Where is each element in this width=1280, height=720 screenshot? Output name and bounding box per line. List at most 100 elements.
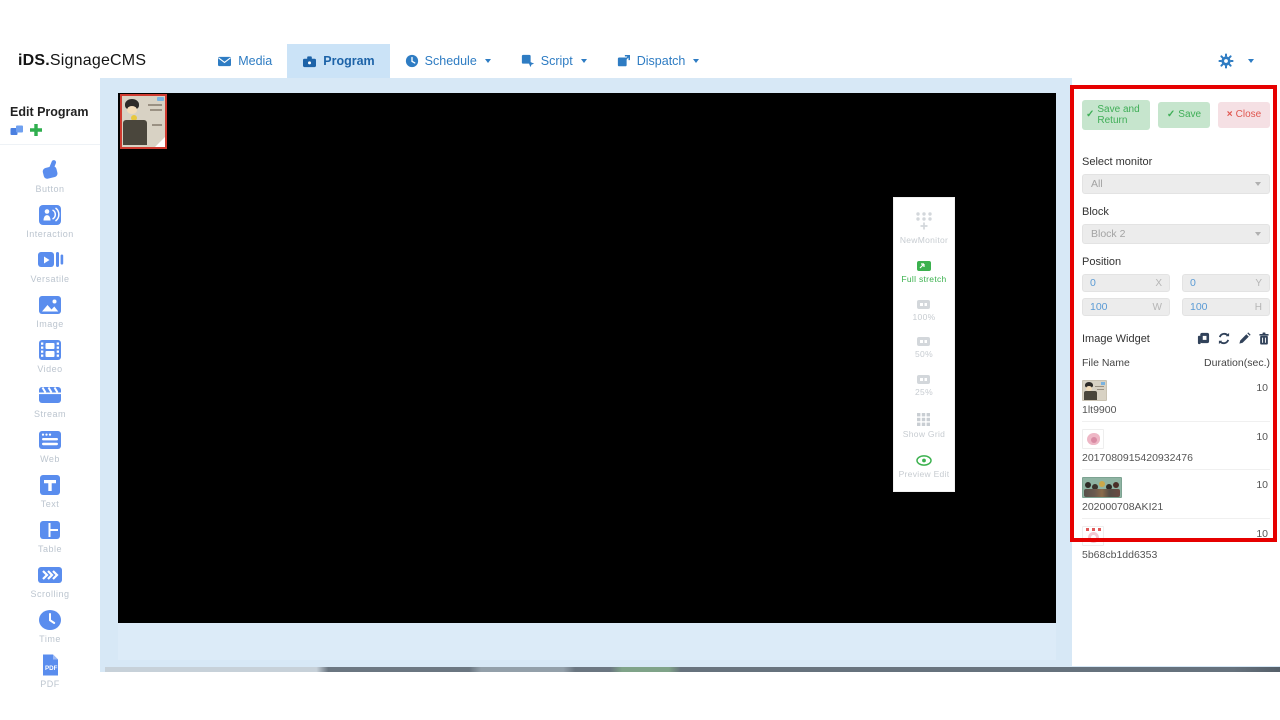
scrolling-icon [36, 563, 64, 587]
layout-blocks-icon[interactable] [10, 125, 24, 136]
position-w-suffix: W [1153, 302, 1162, 313]
panel-item-label: Show Grid [903, 429, 945, 439]
tool-label: Text [41, 499, 60, 509]
position-x-field[interactable]: 0 X [1082, 274, 1170, 292]
nav-tab-dispatch[interactable]: Dispatch [602, 44, 715, 78]
nav-tab-program[interactable]: Program [287, 44, 389, 78]
script-icon [521, 54, 535, 68]
block-select-value: Block 2 [1091, 228, 1125, 240]
show-grid-button[interactable]: Show Grid [903, 413, 945, 439]
brand-logo[interactable]: iDS.SignageCMS [18, 44, 146, 78]
eye-icon [916, 455, 932, 466]
panel-item-label: Full stretch [901, 274, 946, 284]
save-and-return-button[interactable]: ✓ Save and Return [1082, 100, 1150, 130]
thumb-art [1091, 535, 1096, 540]
file-row[interactable]: 10 5b68cb1dd6353 [1082, 519, 1270, 566]
tool-button[interactable]: Button [35, 158, 64, 194]
caret-down-icon[interactable] [1248, 59, 1254, 63]
caret-down-icon [485, 59, 491, 63]
tool-label: Video [37, 364, 62, 374]
position-h-field[interactable]: 100 H [1182, 298, 1270, 316]
trash-icon[interactable] [1258, 332, 1270, 345]
thumb-art [1086, 528, 1102, 531]
tool-pdf[interactable]: PDF PDF [36, 653, 64, 689]
table-icon [36, 518, 64, 542]
image-icon [36, 293, 64, 317]
preview-edit-button[interactable]: Preview Edit [899, 455, 950, 479]
gear-icon[interactable] [1218, 53, 1234, 69]
nav-tab-script[interactable]: Script [506, 44, 602, 78]
position-w-field[interactable]: 100 W [1082, 298, 1170, 316]
zoom-50-button[interactable]: 50% [915, 337, 933, 359]
new-monitor-button[interactable]: NewMonitor [900, 210, 948, 245]
tool-text[interactable]: Text [36, 473, 64, 509]
widget-sidebar: Edit Program Button Interaction Versatil… [0, 78, 100, 672]
canvas-tools-panel: NewMonitor Full stretch 100% 50% 25% Sho… [893, 197, 955, 492]
monitor-select[interactable]: All [1082, 174, 1270, 194]
close-label: Close [1236, 109, 1262, 121]
tool-image[interactable]: Image [36, 293, 64, 329]
tool-label: Time [39, 634, 61, 644]
position-y-value: 0 [1190, 277, 1196, 289]
thumb-art [1101, 382, 1105, 385]
text-icon [36, 473, 64, 497]
inspector-actions: ✓ Save and Return ✓ Save × Close [1082, 100, 1270, 130]
panel-item-label: 50% [915, 349, 933, 359]
tool-table[interactable]: Table [36, 518, 64, 554]
selected-image-widget[interactable] [120, 94, 167, 149]
panel-item-label: 100% [913, 312, 936, 322]
nav-tab-schedule[interactable]: Schedule [390, 44, 506, 78]
duration-header: Duration(sec.) [1204, 357, 1270, 369]
file-duration: 10 [1256, 479, 1268, 491]
zoom-25-button[interactable]: 25% [915, 375, 933, 397]
close-button[interactable]: × Close [1218, 102, 1270, 128]
pdf-icon: PDF [36, 653, 64, 677]
full-stretch-button[interactable]: Full stretch [901, 261, 946, 284]
zoom-100-button[interactable]: 100% [913, 300, 936, 322]
pencil-icon[interactable] [1238, 332, 1251, 345]
nav-tab-media[interactable]: Media [202, 44, 287, 78]
add-plus-icon[interactable] [30, 124, 42, 136]
caret-down-icon [693, 59, 699, 63]
tool-label: Web [40, 454, 60, 464]
interaction-icon [36, 203, 64, 227]
tool-video[interactable]: Video [36, 338, 64, 374]
file-row[interactable]: 10 1lt9900 [1082, 373, 1270, 422]
tool-versatile[interactable]: Versatile [30, 248, 69, 284]
tool-web[interactable]: Web [36, 428, 64, 464]
tool-time[interactable]: Time [36, 608, 64, 644]
resize-handle[interactable] [155, 137, 165, 147]
widget-title: Image Widget [1082, 333, 1150, 345]
canvas-apron [118, 623, 1056, 660]
monitor-select-value: All [1091, 178, 1103, 190]
bottom-edge-sliver [105, 667, 1280, 672]
file-duration: 10 [1256, 431, 1268, 443]
position-y-field[interactable]: 0 Y [1182, 274, 1270, 292]
brand-bold: iDS. [18, 52, 50, 70]
file-duration: 10 [1256, 528, 1268, 540]
top-navbar: iDS.SignageCMS Media Program Schedule Sc… [0, 44, 1280, 78]
file-list-header: File Name Duration(sec.) [1082, 357, 1270, 369]
nav-right-controls [1218, 44, 1254, 78]
file-row[interactable]: 10 2017080915420932476 [1082, 422, 1270, 470]
nav-tab-label: Program [323, 54, 374, 68]
tool-stream[interactable]: Stream [34, 383, 66, 419]
block-select[interactable]: Block 2 [1082, 224, 1270, 244]
file-name-header: File Name [1082, 357, 1130, 369]
tool-label: Versatile [30, 274, 69, 284]
brand-rest: SignageCMS [50, 52, 146, 70]
file-name: 5b68cb1dd6353 [1082, 549, 1270, 561]
thumb-art [123, 120, 147, 145]
thumb-art [1084, 391, 1097, 401]
position-fields: 0 X 0 Y 100 W 100 H [1082, 274, 1270, 316]
tool-scrolling[interactable]: Scrolling [30, 563, 69, 599]
save-button[interactable]: ✓ Save [1158, 102, 1210, 128]
tool-interaction[interactable]: Interaction [26, 203, 74, 239]
tool-label: Button [35, 184, 64, 194]
nav-tab-label: Media [238, 54, 272, 68]
save-label: Save [1178, 109, 1201, 121]
file-row[interactable]: 10 202000708AKI21 [1082, 470, 1270, 519]
copy-icon[interactable] [1197, 332, 1210, 345]
time-clock-icon [36, 608, 64, 632]
refresh-icon[interactable] [1217, 332, 1231, 345]
